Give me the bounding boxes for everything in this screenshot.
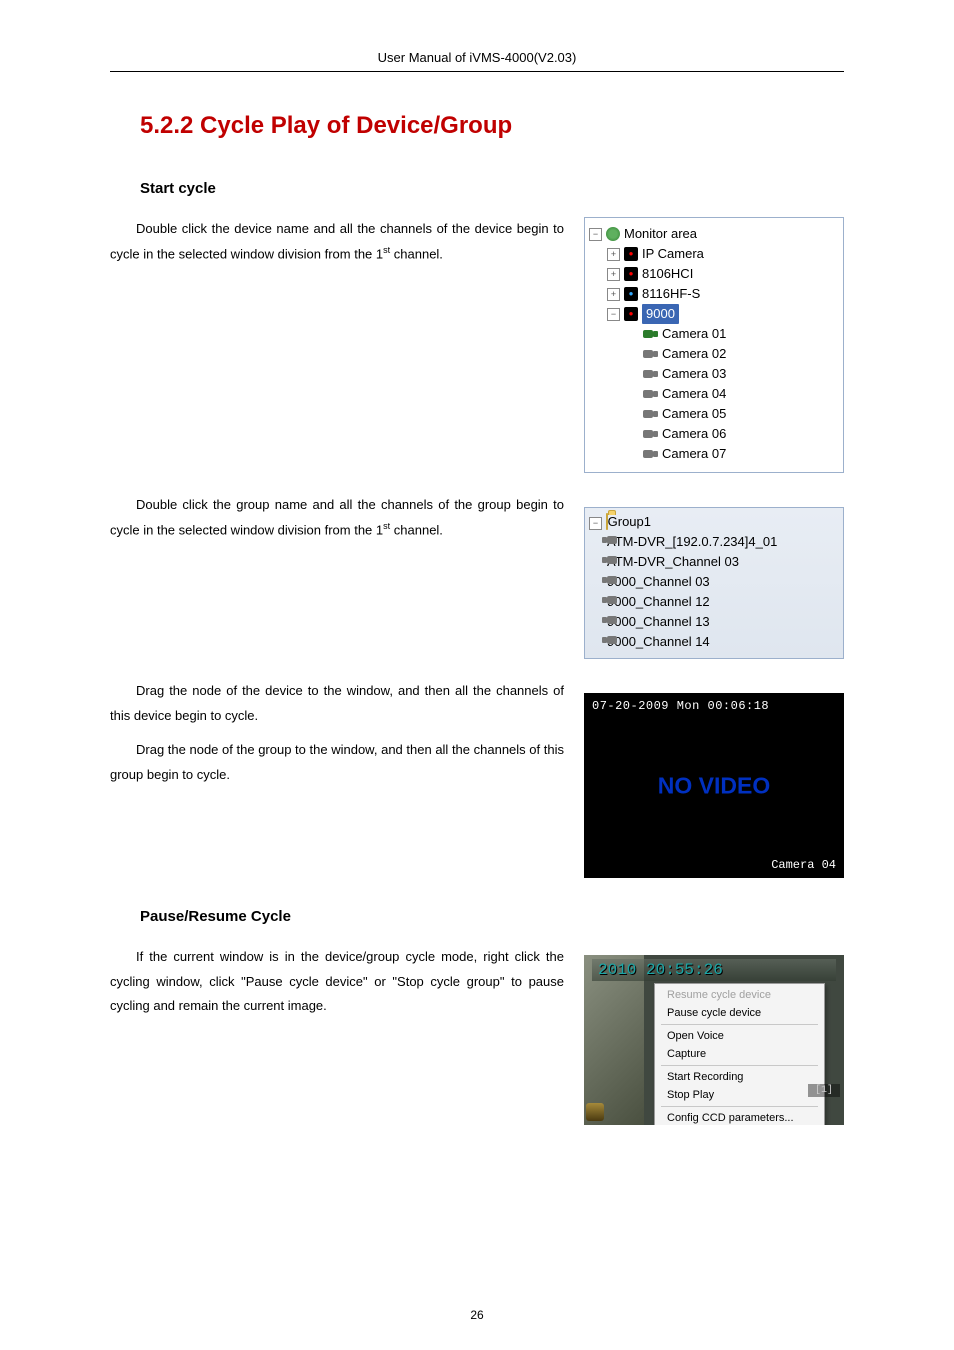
camera-icon: [643, 348, 658, 360]
tree-item-label[interactable]: 8106HCI: [642, 264, 693, 284]
camera-icon: [643, 368, 658, 380]
video-timestamp: 07-20-2009 Mon 00:06:18: [592, 699, 769, 713]
tree-item-label[interactable]: 8116HF-S: [642, 284, 700, 304]
paragraph-drag-device: Drag the node of the device to the windo…: [110, 679, 564, 728]
menu-item-open-voice[interactable]: Open Voice: [657, 1027, 822, 1045]
camera-label[interactable]: Camera 07: [662, 444, 726, 464]
tree-item-label[interactable]: 9000_Channel 13: [607, 614, 710, 629]
menu-item-stop-play[interactable]: Stop Play: [657, 1086, 822, 1104]
camera-label[interactable]: Camera 01: [662, 324, 726, 344]
camera-icon: [643, 388, 658, 400]
paragraph-group-cycle: Double click the group name and all the …: [110, 493, 564, 543]
paragraph-device-cycle: Double click the device name and all the…: [110, 217, 564, 267]
video-tile-novideo[interactable]: 07-20-2009 Mon 00:06:18 NO VIDEO Camera …: [584, 693, 844, 878]
camera-label[interactable]: Camera 03: [662, 364, 726, 384]
expand-icon[interactable]: +: [607, 268, 620, 281]
tree-item-label[interactable]: IP Camera: [642, 244, 704, 264]
tree-root-label: Monitor area: [624, 224, 697, 244]
start-cycle-heading: Start cycle: [140, 180, 844, 197]
menu-item-config-ccd[interactable]: Config CCD parameters...: [657, 1109, 822, 1125]
tree-item-label[interactable]: 9000_Channel 03: [607, 574, 710, 589]
tree-item-label[interactable]: ATM-DVR_[192.0.7.234]4_01: [607, 534, 777, 549]
collapse-icon[interactable]: −: [589, 228, 602, 241]
paragraph-pause-resume: If the current window is in the device/g…: [110, 945, 564, 1019]
tree-item-label[interactable]: 9000_Channel 14: [607, 634, 710, 649]
tree-item-label[interactable]: 9000_Channel 12: [607, 594, 710, 609]
monitor-area-tree[interactable]: − Monitor area + ● IP Camera + ● 8106HCI + ● 8…: [584, 217, 844, 473]
dvr-icon: ●: [624, 307, 638, 321]
tree-item-label-selected[interactable]: 9000: [642, 304, 679, 324]
expand-icon[interactable]: +: [607, 248, 620, 261]
menu-item-capture[interactable]: Capture: [657, 1045, 822, 1063]
menu-item-start-recording[interactable]: Start Recording: [657, 1068, 822, 1086]
collapse-icon[interactable]: −: [607, 308, 620, 321]
dvr-icon: ●: [624, 267, 638, 281]
pause-resume-heading: Pause/Resume Cycle: [140, 908, 844, 925]
group-tree[interactable]: − Group1 ATM-DVR_[192.0.7.234]4_01 ATM-D…: [584, 507, 844, 659]
tree-root-label: Group1: [608, 514, 651, 529]
section-heading: 5.2.2 Cycle Play of Device/Group: [140, 112, 844, 140]
camera-label[interactable]: Camera 02: [662, 344, 726, 364]
camera-icon: [643, 328, 658, 340]
no-video-text: NO VIDEO: [658, 772, 770, 799]
camera-label[interactable]: Camera 05: [662, 404, 726, 424]
context-menu[interactable]: Resume cycle device Pause cycle device O…: [654, 983, 825, 1125]
folder-icon: [606, 513, 608, 530]
camera-icon: [643, 448, 658, 460]
video-tile-context[interactable]: 2010 20:55:26 Resume cycle device Pause …: [584, 955, 844, 1125]
video-timestamp: 2010 20:55:26: [592, 959, 836, 981]
camera-icon: [643, 428, 658, 440]
camera-label[interactable]: Camera 06: [662, 424, 726, 444]
paragraph-drag-group: Drag the node of the group to the window…: [110, 738, 564, 787]
collapse-icon[interactable]: −: [589, 517, 602, 530]
expand-icon[interactable]: +: [607, 288, 620, 301]
tile-index-badge: [1]: [808, 1084, 840, 1097]
menu-item-resume-cycle: Resume cycle device: [657, 986, 822, 1004]
dvr-icon: ●: [624, 287, 638, 301]
page-header: User Manual of iVMS-4000(V2.03): [110, 50, 844, 72]
video-camera-label: Camera 04: [771, 858, 836, 872]
dvr-icon: ●: [624, 247, 638, 261]
camera-icon: [643, 408, 658, 420]
camera-label[interactable]: Camera 04: [662, 384, 726, 404]
page-number: 26: [0, 1308, 954, 1322]
area-icon: [606, 227, 620, 241]
menu-item-pause-cycle[interactable]: Pause cycle device: [657, 1004, 822, 1022]
tree-item-label[interactable]: ATM-DVR_Channel 03: [607, 554, 739, 569]
